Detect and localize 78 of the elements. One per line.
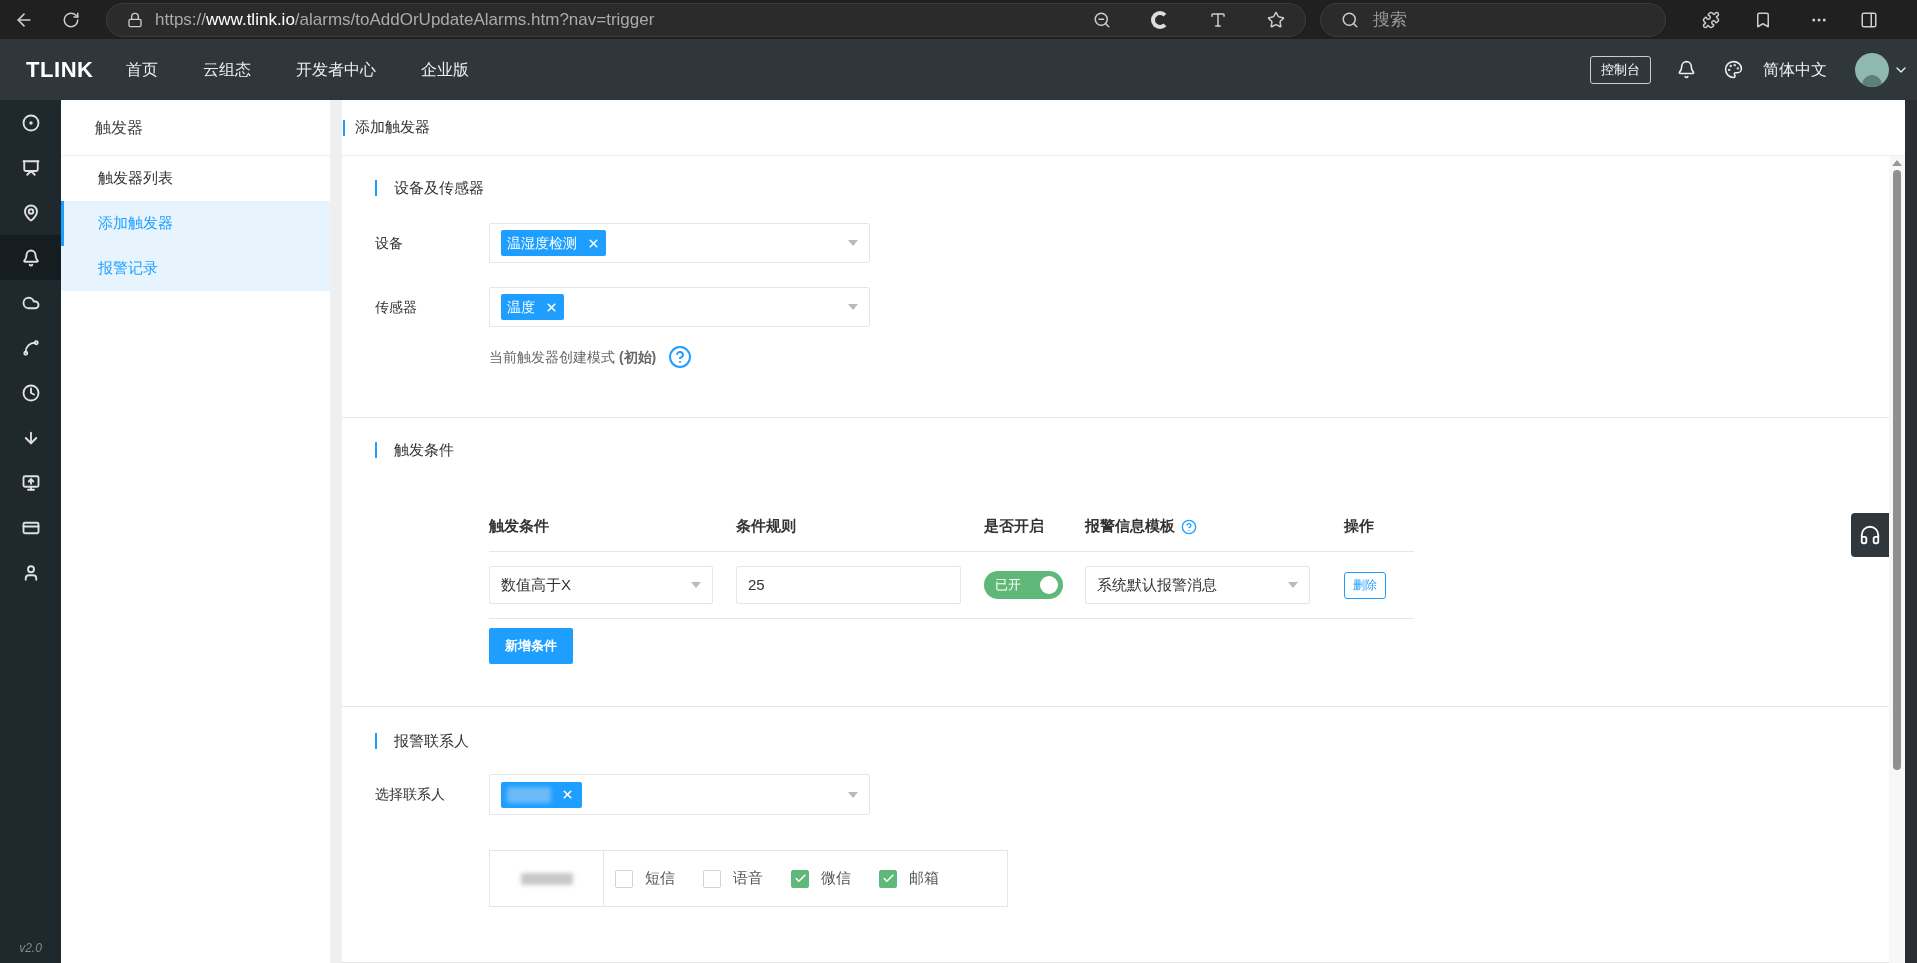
notification-icon[interactable] [1677, 60, 1696, 79]
language-selector[interactable]: 简体中文 [1763, 57, 1827, 82]
support-button[interactable] [1851, 513, 1889, 557]
caret-icon [1288, 582, 1298, 588]
console-button[interactable]: 控制台 [1590, 55, 1651, 84]
check-icon [793, 872, 807, 885]
zoom-out-icon[interactable] [1093, 10, 1111, 29]
column-header: 条件规则 [736, 516, 796, 537]
clock-icon [21, 383, 40, 402]
nav-link[interactable]: 云组态 [202, 57, 251, 82]
help-icon[interactable] [668, 345, 693, 369]
caret-icon [691, 582, 701, 588]
headphones-icon [1859, 524, 1881, 546]
rule-input[interactable]: 25 [736, 566, 961, 604]
checkbox[interactable] [703, 869, 721, 888]
remove-icon[interactable] [545, 300, 558, 314]
monitor-icon [21, 473, 40, 492]
section-title: 报警联系人 [394, 730, 469, 751]
column-header: 操作 [1344, 516, 1374, 537]
extensions-icon[interactable] [1702, 10, 1720, 29]
submenu-title: 触发器 [95, 117, 143, 138]
version-label: v2.0 [18, 940, 43, 957]
checkbox-label: 微信 [821, 868, 851, 889]
favorites-icon[interactable] [1754, 10, 1772, 29]
sidebar-toggle-icon[interactable] [1860, 10, 1878, 29]
caret-icon [848, 304, 858, 310]
submenu-item[interactable]: 触发器列表 [61, 156, 330, 201]
remove-icon[interactable] [561, 788, 574, 801]
remove-icon[interactable] [587, 236, 600, 250]
palette-icon[interactable] [1724, 60, 1743, 79]
target-icon [21, 113, 40, 132]
bell-icon [21, 248, 40, 267]
nodes-icon [21, 338, 40, 357]
column-header: 报警信息模板 [1085, 516, 1175, 537]
condition-select[interactable]: 数值高于X [489, 566, 713, 604]
reload-icon[interactable] [62, 10, 80, 29]
url-text: https://www.tlink.io/alarms/toAddOrUpdateAlarms.htm?nav=trigger [155, 8, 655, 31]
field-label: 传感器 [375, 297, 418, 317]
search-placeholder: 搜索 [1373, 8, 1407, 31]
selected-tag: 温度 [501, 294, 564, 320]
scrollbar-track[interactable] [1889, 156, 1905, 963]
screen-icon [21, 158, 40, 177]
address-bar[interactable]: https://www.tlink.io/alarms/toAddOrUpdateAlarms.htm?nav=trigger [106, 2, 1306, 37]
contact-name [520, 872, 573, 885]
help-icon[interactable] [1181, 518, 1197, 535]
section-title: 设备及传感器 [394, 177, 484, 198]
page-title: 添加触发器 [355, 117, 430, 138]
checkbox[interactable] [879, 869, 897, 888]
search-icon [1341, 10, 1359, 29]
checkbox[interactable] [791, 869, 809, 888]
selected-tag: 温湿度检测 [501, 230, 606, 256]
nav-link[interactable]: 首页 [125, 57, 158, 82]
nav-link[interactable]: 开发者中心 [295, 57, 376, 82]
field-label: 选择联系人 [375, 785, 446, 804]
field-label: 设备 [375, 233, 404, 253]
logo[interactable]: TLINK [26, 53, 94, 86]
nav-link[interactable]: 企业版 [420, 57, 469, 82]
map-pin-icon [21, 203, 40, 222]
check-icon [881, 872, 895, 885]
column-header: 触发条件 [489, 516, 549, 537]
favorite-icon[interactable] [1267, 10, 1285, 29]
lock-icon [127, 11, 143, 28]
checkbox-label: 语音 [733, 868, 763, 889]
checkbox-label: 邮箱 [909, 868, 939, 889]
select-field[interactable] [489, 774, 870, 815]
mode-note: 当前触发器创建模式 (初始) [489, 347, 657, 367]
checkbox[interactable] [615, 869, 633, 888]
avatar[interactable] [1855, 52, 1889, 87]
sidebar-item[interactable] [0, 235, 61, 280]
search-field[interactable]: 搜索 [1320, 2, 1666, 37]
column-header: 是否开启 [984, 516, 1044, 537]
scroll-up-icon[interactable] [1892, 160, 1902, 166]
caret-icon [848, 240, 858, 246]
checkbox-label: 短信 [645, 868, 675, 889]
template-select[interactable]: 系统默认报警消息 [1085, 566, 1310, 604]
caret-icon [848, 791, 858, 798]
section-title: 触发条件 [394, 439, 454, 460]
scrollbar-thumb[interactable] [1893, 170, 1901, 770]
